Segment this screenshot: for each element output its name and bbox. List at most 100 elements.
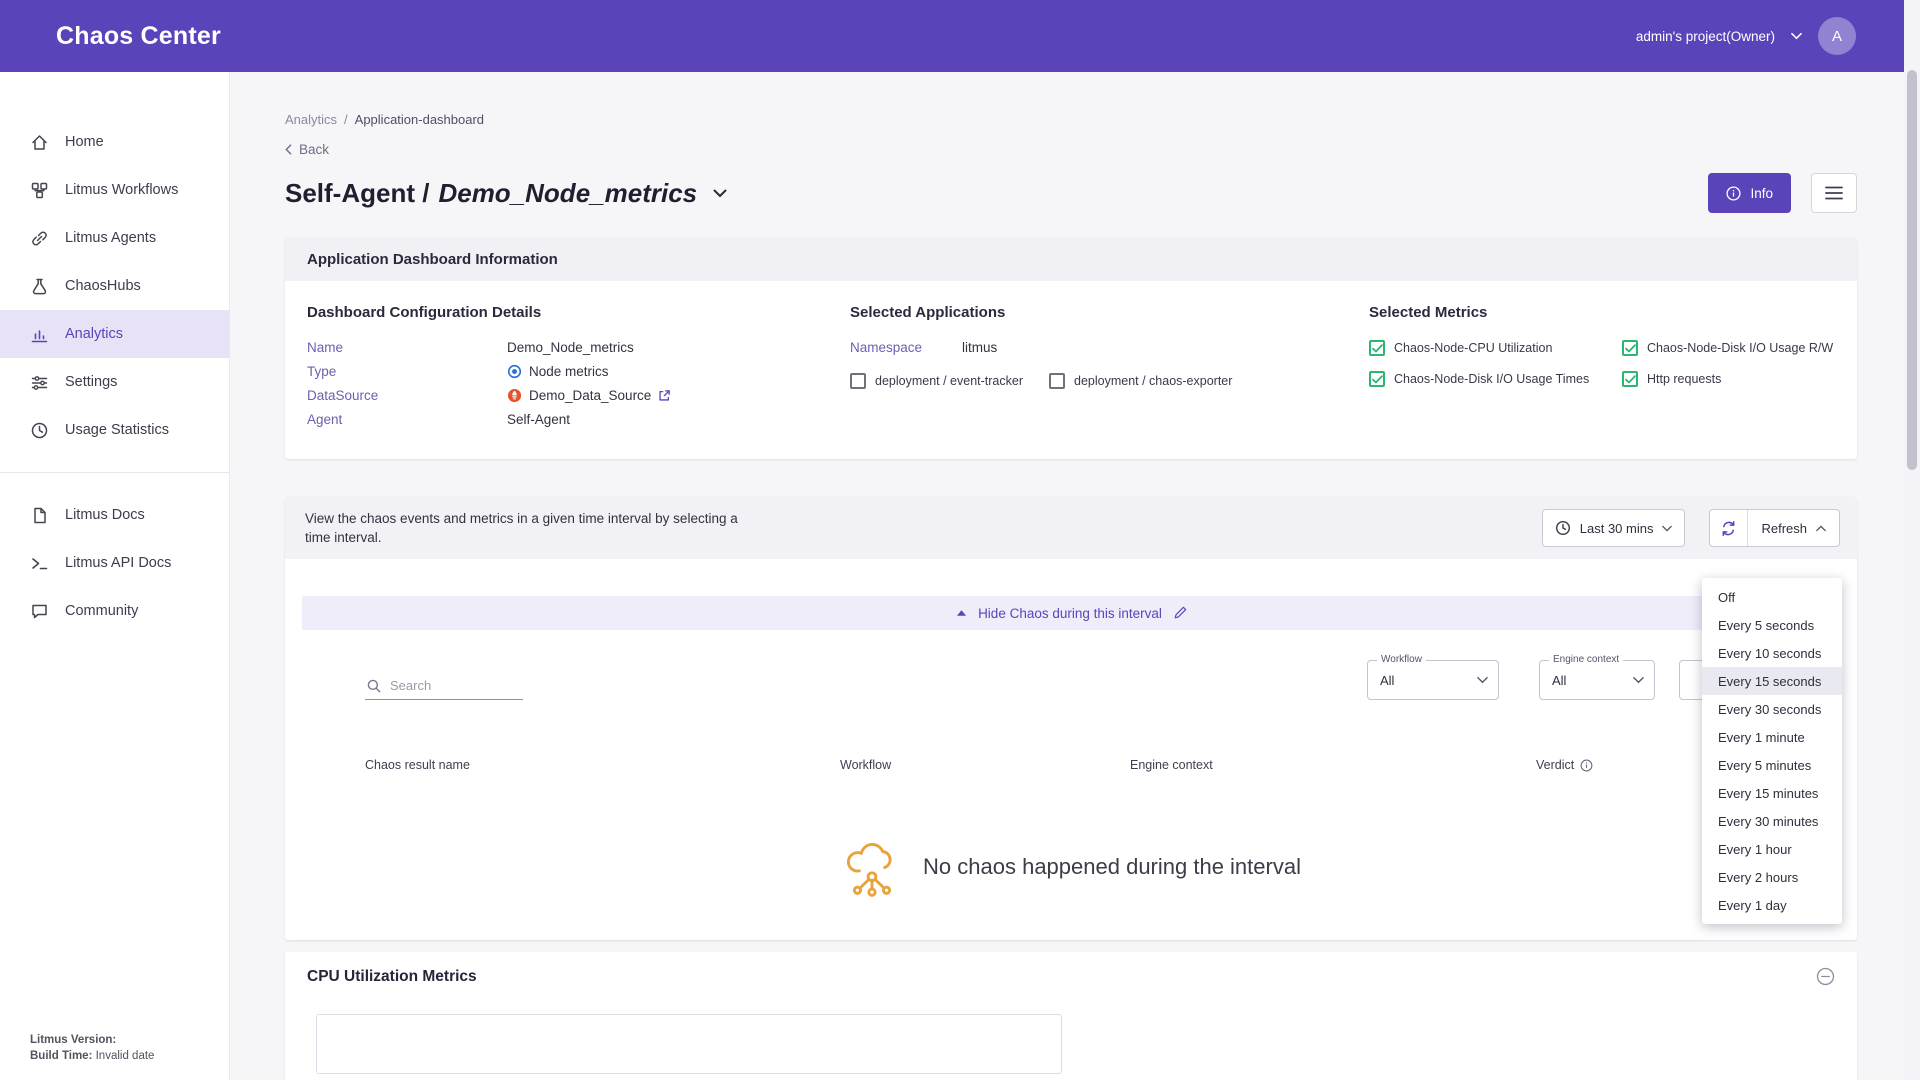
column-verdict: Verdict [1536, 758, 1574, 772]
collapse-minus-icon[interactable] [1816, 967, 1835, 986]
checkbox-checked-icon[interactable] [1622, 371, 1638, 387]
datasource-link[interactable]: Demo_Data_Source [529, 388, 651, 403]
breadcrumb-analytics[interactable]: Analytics [285, 112, 337, 127]
checkbox-unchecked-icon[interactable] [1049, 373, 1065, 389]
chaos-center-app: Chaos Center admin's project(Owner) A Ho… [0, 0, 1920, 1080]
dashboard-switcher-chevron-down-icon[interactable] [713, 189, 727, 198]
sidebar-item-label: ChaosHubs [65, 278, 141, 294]
main-content: Analytics / Application-dashboard Back S… [230, 72, 1904, 1080]
config-row-label: Name [307, 340, 507, 355]
litmus-version-label: Litmus Version: [30, 1034, 116, 1046]
sidebar-item-litmus-workflows[interactable]: Litmus Workflows [0, 166, 229, 214]
sliders-icon [30, 373, 49, 392]
menu-item-every-30-minutes[interactable]: Every 30 minutes [1702, 807, 1842, 835]
metric-checkbox[interactable]: Http requests [1622, 371, 1835, 387]
config-row-value: Self-Agent [507, 412, 850, 427]
search-icon [367, 679, 381, 693]
dashboard-config-column: Dashboard Configuration Details Name Dem… [307, 304, 850, 427]
sidebar-item-home[interactable]: Home [0, 118, 229, 166]
config-row-label: Type [307, 364, 507, 379]
project-selector-label[interactable]: admin's project(Owner) [1636, 29, 1775, 44]
dashboard-name: Demo_Node_metrics [438, 178, 697, 209]
vertical-scrollbar[interactable] [1904, 0, 1920, 1080]
engine-context-filter-label: Engine context [1549, 654, 1623, 665]
selected-metrics-column: Selected Metrics Chaos-Node-CPU Utilizat… [1369, 304, 1835, 427]
app-checkbox-chaos-exporter[interactable]: deployment / chaos-exporter [1049, 373, 1232, 389]
config-column-title: Dashboard Configuration Details [307, 304, 850, 321]
config-row-value: Demo_Data_Source [507, 388, 850, 403]
external-link-icon[interactable] [658, 389, 671, 402]
dashboard-options-button[interactable] [1811, 173, 1857, 213]
refresh-control[interactable]: Refresh [1709, 509, 1840, 547]
info-button[interactable]: Info [1708, 173, 1791, 213]
refresh-dropdown-button[interactable]: Refresh [1748, 510, 1839, 546]
sidebar-item-label: Analytics [65, 326, 123, 342]
workflow-filter-select[interactable]: Workflow All [1367, 660, 1499, 700]
menu-item-every-15-seconds[interactable]: Every 15 seconds [1702, 667, 1842, 695]
edit-pencil-icon[interactable] [1173, 606, 1187, 620]
menu-item-every-15-minutes[interactable]: Every 15 minutes [1702, 779, 1842, 807]
metric-checkbox[interactable]: Chaos-Node-CPU Utilization [1369, 340, 1622, 356]
checkbox-checked-icon[interactable] [1622, 340, 1638, 356]
menu-item-every-1-minute[interactable]: Every 1 minute [1702, 723, 1842, 751]
search-input[interactable] [390, 678, 521, 693]
build-time-label: Build Time: [30, 1050, 92, 1062]
namespace-value: litmus [962, 340, 997, 355]
sidebar-item-label: Home [65, 134, 104, 150]
workflow-filter-value: All [1380, 673, 1477, 688]
sidebar-item-litmus-agents[interactable]: Litmus Agents [0, 214, 229, 262]
config-row-value: Demo_Node_metrics [507, 340, 850, 355]
chevron-down-icon [1662, 525, 1672, 532]
title-row: Self-Agent / Demo_Node_metrics Info [285, 173, 1857, 213]
breadcrumb: Analytics / Application-dashboard [285, 112, 1857, 127]
refresh-icon[interactable] [1710, 510, 1748, 546]
sidebar-item-label: Litmus Workflows [65, 182, 178, 198]
workflows-icon [30, 181, 49, 200]
app-checkbox-event-tracker[interactable]: deployment / event-tracker [850, 373, 1023, 389]
usage-clock-icon [30, 421, 49, 440]
chevron-down-icon [1477, 676, 1488, 684]
menu-item-off[interactable]: Off [1702, 583, 1842, 611]
app-title: Chaos Center [56, 22, 221, 51]
project-chevron-down-icon[interactable] [1791, 32, 1802, 40]
document-icon [30, 506, 49, 525]
agent-name: Self-Agent / [285, 178, 429, 209]
user-avatar[interactable]: A [1818, 17, 1856, 55]
menu-item-every-5-seconds[interactable]: Every 5 seconds [1702, 611, 1842, 639]
hide-chaos-toggle[interactable]: Hide Chaos during this interval [302, 596, 1841, 630]
menu-item-every-10-seconds[interactable]: Every 10 seconds [1702, 639, 1842, 667]
flask-icon [30, 277, 49, 296]
checkbox-checked-icon[interactable] [1369, 371, 1385, 387]
chevron-left-icon [285, 144, 292, 155]
time-range-select[interactable]: Last 30 mins [1542, 509, 1686, 547]
engine-context-filter-select[interactable]: Engine context All [1539, 660, 1655, 700]
sidebar-item-litmus-docs[interactable]: Litmus Docs [0, 491, 229, 539]
terminal-icon [30, 554, 49, 573]
column-chaos-result-name: Chaos result name [365, 758, 840, 772]
menu-item-every-1-day[interactable]: Every 1 day [1702, 891, 1842, 919]
verdict-info-icon[interactable] [1580, 759, 1593, 772]
back-button[interactable]: Back [285, 142, 329, 157]
sidebar-item-usage-statistics[interactable]: Usage Statistics [0, 406, 229, 454]
build-time-value: Invalid date [96, 1050, 155, 1062]
chaos-filter-row: Workflow All Engine context All [365, 660, 1809, 700]
sidebar-item-analytics[interactable]: Analytics [0, 310, 229, 358]
checkbox-unchecked-icon[interactable] [850, 373, 866, 389]
engine-context-filter-value: All [1552, 673, 1633, 688]
interval-description: View the chaos events and metrics in a g… [305, 509, 750, 547]
menu-item-every-1-hour[interactable]: Every 1 hour [1702, 835, 1842, 863]
scrollbar-thumb[interactable] [1907, 70, 1917, 470]
sidebar-item-community[interactable]: Community [0, 587, 229, 635]
checkbox-checked-icon[interactable] [1369, 340, 1385, 356]
sidebar-item-litmus-api-docs[interactable]: Litmus API Docs [0, 539, 229, 587]
sidebar-item-settings[interactable]: Settings [0, 358, 229, 406]
menu-item-every-5-minutes[interactable]: Every 5 minutes [1702, 751, 1842, 779]
menu-item-every-30-seconds[interactable]: Every 30 seconds [1702, 695, 1842, 723]
menu-item-every-2-hours[interactable]: Every 2 hours [1702, 863, 1842, 891]
time-range-value: Last 30 mins [1580, 521, 1654, 536]
chaos-table-header: Chaos result name Workflow Engine contex… [365, 758, 1835, 772]
metric-checkbox[interactable]: Chaos-Node-Disk I/O Usage Times [1369, 371, 1622, 387]
info-button-label: Info [1750, 186, 1773, 201]
metric-checkbox[interactable]: Chaos-Node-Disk I/O Usage R/W [1622, 340, 1835, 356]
sidebar-item-chaoshubs[interactable]: ChaosHubs [0, 262, 229, 310]
